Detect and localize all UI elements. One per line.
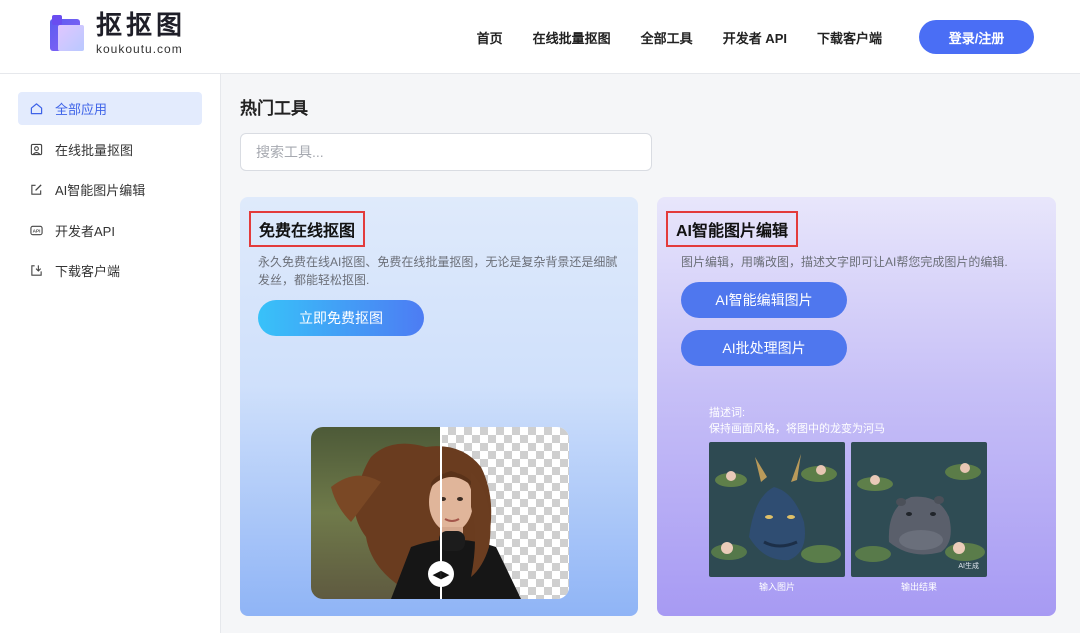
logo-domain: koukoutu.com <box>96 42 183 56</box>
nav-developer-api[interactable]: 开发者 API <box>723 28 787 47</box>
ai-edit-image-button[interactable]: AI智能编辑图片 <box>681 282 847 318</box>
sidebar-item-label: 在线批量抠图 <box>55 142 134 158</box>
input-caption: 输入图片 <box>758 582 795 592</box>
page-title: 热门工具 <box>240 99 308 118</box>
prompt-example: 描述词: 保持画面风格，将图中的龙变为河马 <box>709 405 885 437</box>
tool-card-cutout[interactable]: 免费在线抠图 永久免费在线AI抠图、免费在线批量抠图，无论是复杂背景还是细腻发丝… <box>240 197 638 616</box>
nav-download-client[interactable]: 下载客户端 <box>817 28 882 47</box>
main-nav: 首页 在线批量抠图 全部工具 开发者 API 下载客户端 <box>477 28 882 47</box>
sidebar-item-label: 全部应用 <box>55 102 108 117</box>
sidebar-item-label: AI智能图片编辑 <box>55 183 146 198</box>
sidebar-item-all-apps[interactable]: 全部应用 <box>18 92 202 125</box>
input-example-image <box>709 442 845 577</box>
nav-all-tools[interactable]: 全部工具 <box>641 28 693 47</box>
prompt-text: 保持画面风格，将图中的龙变为河马 <box>709 423 885 435</box>
edit-icon <box>30 183 43 196</box>
sidebar-item-label: 下载客户端 <box>55 264 121 279</box>
api-icon: API <box>30 224 43 237</box>
tool-card-ai-edit[interactable]: AI智能图片编辑 图片编辑，用嘴改图，描述文字即可让AI帮您完成图片的编辑. A… <box>657 197 1056 616</box>
prompt-label: 描述词: <box>709 407 746 419</box>
search-input[interactable] <box>240 133 652 171</box>
output-example-image: AI生成 <box>851 442 987 577</box>
sidebar: 全部应用 在线批量抠图 AI智能图片编辑 API 开发者API 下载客户端 <box>0 74 221 633</box>
download-icon <box>30 264 43 277</box>
sidebar-item-ai-edit[interactable]: AI智能图片编辑 <box>18 173 202 206</box>
card-description: 图片编辑，用嘴改图，描述文字即可让AI帮您完成图片的编辑. <box>681 255 1008 269</box>
sidebar-item-label: 开发者API <box>55 223 115 239</box>
card-title: AI智能图片编辑 <box>666 211 799 247</box>
sidebar-item-download-client[interactable]: 下载客户端 <box>18 254 202 287</box>
ai-generated-tag: AI生成 <box>958 563 979 570</box>
site-logo[interactable]: 抠抠图 koukoutu.com <box>50 12 186 56</box>
cutout-demo-image: ◀▶ <box>311 427 569 599</box>
sidebar-item-batch-cutout[interactable]: 在线批量抠图 <box>18 133 202 166</box>
free-cutout-button[interactable]: 立即免费抠图 <box>258 300 424 336</box>
logo-mark-icon <box>50 15 88 53</box>
card-description: 永久免费在线AI抠图、免费在线批量抠图，无论是复杂背景还是细腻发丝，都能轻松抠图… <box>258 255 618 287</box>
nav-home[interactable]: 首页 <box>477 28 503 47</box>
login-register-button[interactable]: 登录/注册 <box>919 20 1034 54</box>
top-header: 抠抠图 koukoutu.com 首页 在线批量抠图 全部工具 开发者 API … <box>0 0 1080 74</box>
output-caption: 输出结果 <box>900 582 937 592</box>
nav-batch-cutout[interactable]: 在线批量抠图 <box>533 28 611 47</box>
ai-batch-process-button[interactable]: AI批处理图片 <box>681 330 847 366</box>
card-title: 免费在线抠图 <box>249 211 366 247</box>
home-icon <box>30 102 43 115</box>
compare-slider-handle[interactable]: ◀▶ <box>428 561 454 587</box>
logo-name: 抠抠图 <box>96 11 187 41</box>
svg-text:API: API <box>33 228 41 233</box>
sidebar-item-developer-api[interactable]: API 开发者API <box>18 214 202 247</box>
portrait-frame-icon <box>30 143 43 156</box>
